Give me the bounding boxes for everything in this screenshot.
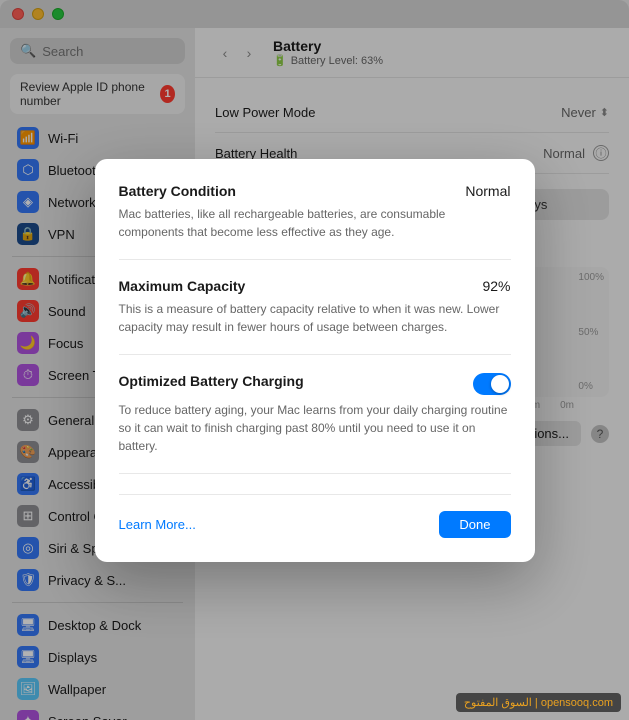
- optimized-charging-row: Optimized Battery Charging: [119, 373, 511, 395]
- battery-condition-desc: Mac batteries, like all rechargeable bat…: [119, 205, 511, 241]
- battery-condition-header: Battery Condition Normal: [119, 183, 511, 199]
- battery-condition-section: Battery Condition Normal Mac batteries, …: [119, 183, 511, 260]
- toggle-knob: [491, 375, 509, 393]
- optimized-charging-desc: To reduce battery aging, your Mac learns…: [119, 401, 511, 455]
- watermark: السوق المفتوح | opensooq.com: [456, 693, 621, 712]
- battery-condition-value: Normal: [465, 183, 510, 199]
- maximum-capacity-desc: This is a measure of battery capacity re…: [119, 300, 511, 336]
- learn-more-button[interactable]: Learn More...: [119, 517, 196, 532]
- maximum-capacity-header: Maximum Capacity 92%: [119, 278, 511, 294]
- maximum-capacity-title: Maximum Capacity: [119, 278, 246, 294]
- optimized-charging-section: Optimized Battery Charging To reduce bat…: [119, 373, 511, 474]
- done-button[interactable]: Done: [439, 511, 510, 538]
- maximum-capacity-value: 92%: [482, 278, 510, 294]
- battery-condition-title: Battery Condition: [119, 183, 236, 199]
- modal-footer: Learn More... Done: [119, 494, 511, 538]
- optimized-charging-toggle[interactable]: [473, 373, 511, 395]
- optimized-charging-text: Optimized Battery Charging: [119, 373, 461, 389]
- optimized-charging-title: Optimized Battery Charging: [119, 373, 461, 389]
- modal-overlay: Battery Condition Normal Mac batteries, …: [0, 0, 629, 720]
- maximum-capacity-section: Maximum Capacity 92% This is a measure o…: [119, 278, 511, 355]
- battery-health-modal: Battery Condition Normal Mac batteries, …: [95, 159, 535, 562]
